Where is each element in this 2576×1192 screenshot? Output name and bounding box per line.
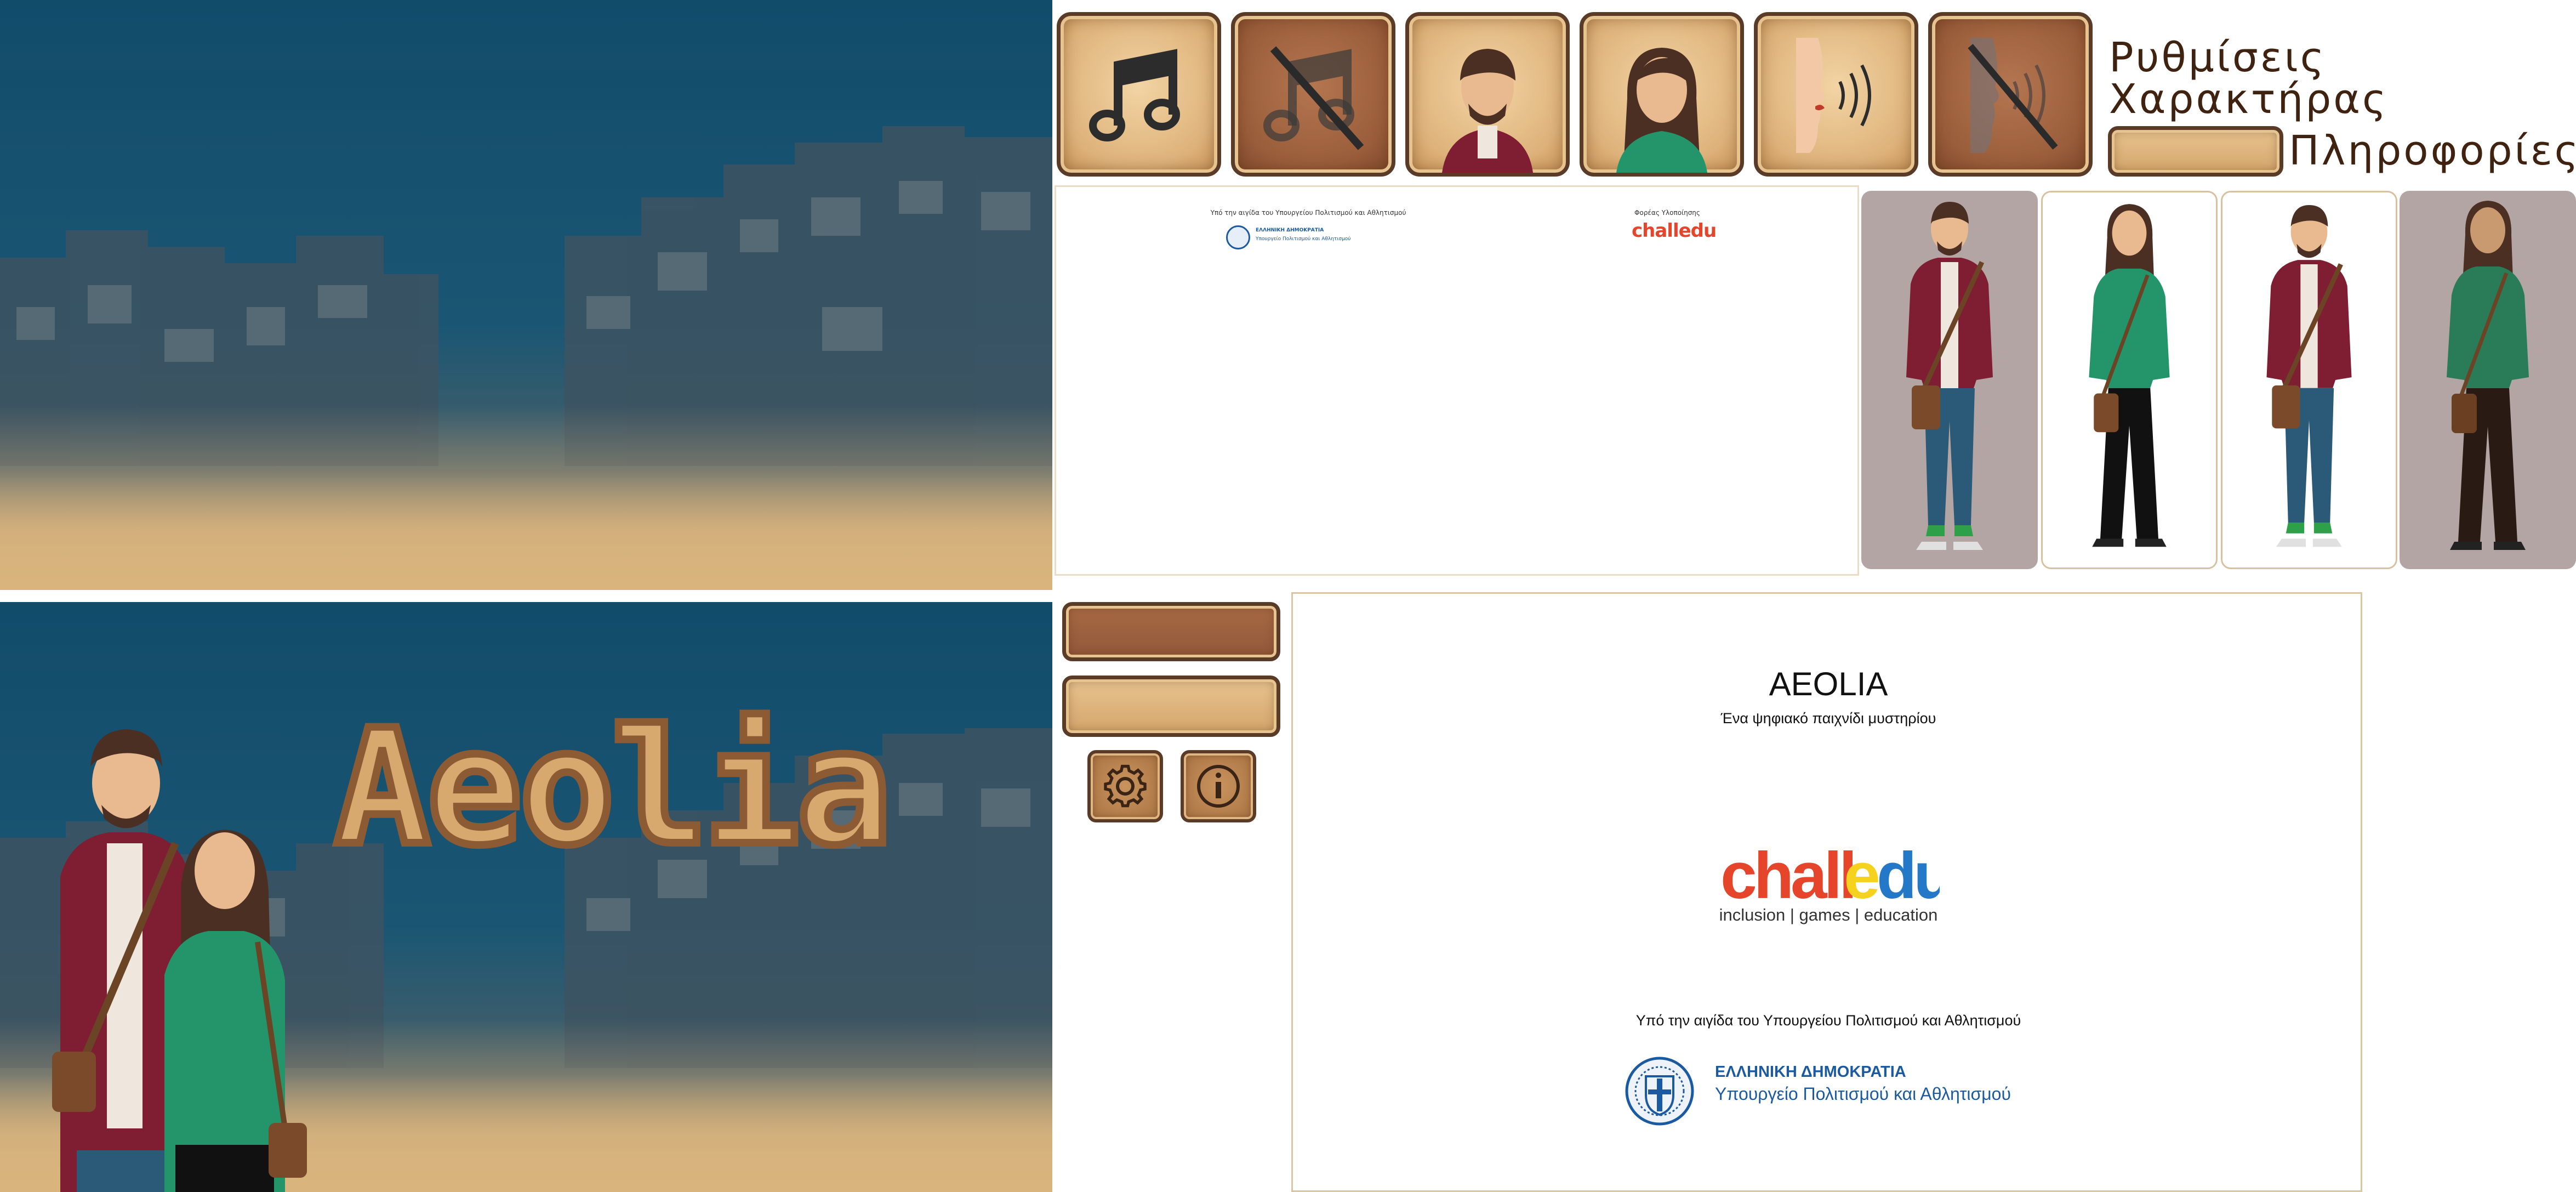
voice-off-icon xyxy=(1968,38,2058,153)
info-bar-button[interactable] xyxy=(2108,126,2283,177)
female-character-icon xyxy=(1616,48,1707,173)
music-off-button[interactable] xyxy=(1231,12,1395,177)
male-character-button[interactable] xyxy=(1405,12,1570,177)
menu-bar-button-dark[interactable] xyxy=(1062,602,1280,661)
svg-text:chall: chall xyxy=(1720,846,1854,912)
female-character-button[interactable] xyxy=(1580,12,1744,177)
background-scene xyxy=(0,0,1052,590)
svg-text:e: e xyxy=(1844,846,1878,912)
game-logo: Aeolia xyxy=(330,696,896,881)
music-note-icon xyxy=(1089,49,1180,141)
female-card-unselected[interactable] xyxy=(2400,191,2576,569)
male-character-icon xyxy=(1442,49,1533,173)
male-card-selected[interactable] xyxy=(2221,191,2397,569)
female-card-selected[interactable] xyxy=(2041,191,2218,569)
info-icon xyxy=(1197,765,1240,808)
svg-text:du: du xyxy=(1877,846,1940,912)
mini-ministry-emblem xyxy=(1226,225,1250,249)
music-on-button[interactable] xyxy=(1057,12,1221,177)
voice-on-icon xyxy=(1796,38,1871,153)
sprite-sheet: Aeolia Ρυθμίσεις Χαρακτήρας Πληροφορίες … xyxy=(0,0,2576,1192)
voice-off-button[interactable] xyxy=(1928,12,2093,177)
info-label: Πληροφορίες xyxy=(2289,127,2576,174)
mini-credits-panel: Υπό την αιγίδα του Υπουργείου Πολιτισμού… xyxy=(1055,185,1859,576)
music-off-icon xyxy=(1263,46,1364,150)
greek-ministry-emblem xyxy=(1624,1055,1695,1127)
ministry-line1: ΕΛΛΗΝΙΚΗ ΔΗΜΟΚΡΑΤΙΑ xyxy=(1715,1063,1906,1081)
mini-patronage-text: Υπό την αιγίδα του Υπουργείου Πολιτισμού… xyxy=(1210,209,1406,217)
gear-icon xyxy=(1104,764,1147,808)
title-scene: Aeolia xyxy=(0,602,1052,1192)
settings-button[interactable] xyxy=(1087,750,1163,822)
female-figure xyxy=(2089,204,2170,547)
voice-on-button[interactable] xyxy=(1754,12,1918,177)
mini-implementer-label: Φορέας Υλοποίησης xyxy=(1634,209,1700,217)
mini-ministry-line2: Υπουργείο Πολιτισμού και Αθλητισμού xyxy=(1256,236,1351,242)
male-card-unselected[interactable] xyxy=(1861,191,2038,569)
credits-subtitle: Ένα ψηφιακό παιχνίδι μυστηρίου xyxy=(1720,710,1936,726)
male-figure-selected xyxy=(2266,205,2352,547)
male-figure xyxy=(1906,202,1993,550)
female-figure-dim xyxy=(2447,201,2529,550)
credits-title: AEOLIA xyxy=(1769,666,1888,702)
mini-publisher-logo: challedu xyxy=(1632,220,1717,242)
mini-ministry-line1: ΕΛΛΗΝΙΚΗ ΔΗΜΟΚΡΑΤΙΑ xyxy=(1256,228,1324,233)
menu-bar-button-light[interactable] xyxy=(1062,676,1280,737)
patronage-text: Υπό την αιγίδα του Υπουργείου Πολιτισμού… xyxy=(1635,1012,2021,1029)
settings-label: Ρυθμίσεις xyxy=(2109,34,2327,81)
challedu-tagline: inclusion | games | education xyxy=(1719,905,1938,924)
ministry-line2: Υπουργείο Πολιτισμού και Αθλητισμού xyxy=(1715,1084,2011,1104)
characters-label: Χαρακτήρας xyxy=(2109,76,2389,123)
info-button[interactable] xyxy=(1181,750,1256,822)
credits-panel: AEOLIA Ένα ψηφιακό παιχνίδι μυστηρίου ch… xyxy=(1291,592,2362,1192)
